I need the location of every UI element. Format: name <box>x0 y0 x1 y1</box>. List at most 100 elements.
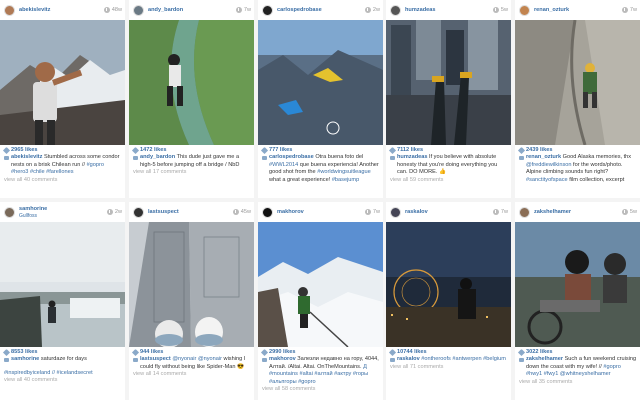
post-photo[interactable] <box>129 222 254 347</box>
avatar[interactable] <box>390 4 401 16</box>
caption: abekislevitz Stumbled across some condor… <box>11 154 120 176</box>
username-link[interactable]: zakshelhamer <box>534 209 622 215</box>
hashtags[interactable]: #inspiredbyiceland // #icelandsecret <box>4 370 122 377</box>
comment-icon <box>262 155 267 161</box>
comment-icon <box>4 155 9 161</box>
username-link[interactable]: carlospedrobase <box>277 7 365 13</box>
post-card: raskalov 7w 10744 likes raskalov #onther… <box>386 202 511 400</box>
caption: makhorov Залезли недавно на гору, 4044, … <box>269 356 379 385</box>
comment-icon <box>390 155 395 161</box>
likes-count[interactable]: 1472 likes <box>131 147 251 155</box>
heart-icon <box>388 349 397 357</box>
username-link[interactable]: lastsuspect <box>148 209 233 215</box>
post-meta: 8553 likes samhorine saturdaze for days … <box>2 349 122 385</box>
view-all-comments-link[interactable]: view all 71 comments <box>390 364 508 371</box>
post-meta: 3022 likes zakshelhamer Such a fun weeke… <box>517 349 637 386</box>
timestamp: 7w <box>235 7 251 13</box>
post-photo[interactable] <box>258 222 383 347</box>
post-photo[interactable] <box>0 20 125 145</box>
caption: renan_ozturk Good Alaska memories, thx @… <box>526 154 632 183</box>
caption: carlospedrobase Otra buena foto del #WWL… <box>269 154 379 183</box>
post-meta: 1472 likes andy_bardon This dude just ga… <box>131 147 251 177</box>
likes-count[interactable]: 2439 likes <box>517 147 637 155</box>
likes-count[interactable]: 2965 likes <box>2 147 122 155</box>
likes-count[interactable]: 3022 likes <box>517 349 637 357</box>
username-link[interactable]: humzadeas <box>405 7 493 13</box>
avatar[interactable] <box>4 206 15 218</box>
post-card: lastsuspect 45w 944 likes lastsuspect @n… <box>129 202 254 400</box>
username-link[interactable]: makhorov <box>277 209 365 215</box>
post-header: carlospedrobase 2w <box>258 0 383 20</box>
username-link[interactable]: renan_ozturk <box>534 7 622 13</box>
avatar[interactable] <box>262 4 273 16</box>
likes-count[interactable]: 944 likes <box>131 349 251 357</box>
timestamp: 7w <box>364 209 380 215</box>
post-photo[interactable] <box>0 222 125 347</box>
post-header: makhorov 7w <box>258 202 383 222</box>
post-photo[interactable] <box>129 20 254 145</box>
view-all-comments-link[interactable]: view all 14 comments <box>133 371 251 378</box>
post-card: humzadeas 5w 7112 likes humzadeas If you… <box>386 0 511 198</box>
username-link[interactable]: samhorine <box>19 206 107 212</box>
likes-count[interactable]: 7112 likes <box>388 147 508 155</box>
heart-icon <box>131 147 140 155</box>
post-photo[interactable] <box>515 20 640 145</box>
avatar[interactable] <box>519 4 530 16</box>
view-all-comments-link[interactable]: view all 40 comments <box>4 377 122 384</box>
post-card: zakshelhamer 5w 3022 likes zakshelhamer … <box>515 202 640 400</box>
post-header: renan_ozturk 7w <box>515 0 640 20</box>
username-link[interactable]: abekislevitz <box>19 7 104 13</box>
timestamp: 7w <box>621 7 637 13</box>
heart-icon <box>260 349 269 357</box>
post-photo[interactable] <box>515 222 640 347</box>
post-header: humzadeas 5w <box>386 0 511 20</box>
timestamp: 5w <box>621 209 637 215</box>
likes-count[interactable]: 8553 likes <box>2 349 122 357</box>
clock-icon <box>235 7 242 13</box>
view-all-comments-link[interactable]: view all 17 comments <box>133 169 251 176</box>
post-photo[interactable] <box>386 222 511 347</box>
view-all-comments-link[interactable]: view all 40 comments <box>4 177 122 184</box>
photo-rooftop-sneakers <box>129 222 254 347</box>
post-photo[interactable] <box>386 20 511 145</box>
post-meta: 777 likes carlospedrobase Otra buena fot… <box>260 147 380 184</box>
avatar[interactable] <box>262 206 273 218</box>
timestamp: 7w <box>492 209 508 215</box>
clock-icon <box>364 7 371 13</box>
caption: lastsuspect @nyonair @nyonair wishing I … <box>140 356 246 370</box>
caption: raskalov #ontheroofs #antwerpen #belgium <box>397 356 506 363</box>
timestamp: 2w <box>106 209 122 215</box>
heart-icon <box>517 147 526 155</box>
view-all-comments-link[interactable]: view all 59 comments <box>390 177 508 184</box>
photo-skyscraper-legs <box>386 20 511 145</box>
likes-count[interactable]: 777 likes <box>260 147 380 155</box>
avatar[interactable] <box>4 4 15 16</box>
post-header: samhorine Gullfoss 2w <box>0 202 125 222</box>
post-photo[interactable] <box>258 20 383 145</box>
heart-icon <box>517 349 526 357</box>
likes-count[interactable]: 2990 likes <box>260 349 380 357</box>
photo-bridge-jump <box>129 20 254 145</box>
location-link[interactable]: Gullfoss <box>19 213 107 219</box>
avatar[interactable] <box>133 4 144 16</box>
caption: zakshelhamer Such a fun weekend cruising… <box>526 356 637 378</box>
post-card: samhorine Gullfoss 2w 8553 likes samhorin… <box>0 202 125 400</box>
likes-count[interactable]: 10744 likes <box>388 349 508 357</box>
avatar[interactable] <box>133 206 144 218</box>
comment-icon <box>133 357 138 363</box>
post-meta: 10744 likes raskalov #ontheroofs #antwer… <box>388 349 508 371</box>
view-all-comments-link[interactable]: view all 35 comments <box>519 379 637 386</box>
view-all-comments-link[interactable]: view all 58 comments <box>262 386 380 393</box>
username-link[interactable]: andy_bardon <box>148 7 236 13</box>
username-link[interactable]: raskalov <box>405 209 493 215</box>
heart-icon <box>2 147 11 155</box>
clock-icon <box>621 7 628 13</box>
post-card: makhorov 7w 2990 likes makhorov Залезли … <box>258 202 383 400</box>
comment-icon <box>4 357 9 363</box>
post-meta: 2990 likes makhorov Залезли недавно на г… <box>260 349 380 393</box>
avatar[interactable] <box>390 206 401 218</box>
clock-icon <box>492 7 499 13</box>
photo-waterfall <box>0 222 125 347</box>
avatar[interactable] <box>519 206 530 218</box>
heart-icon <box>131 349 140 357</box>
